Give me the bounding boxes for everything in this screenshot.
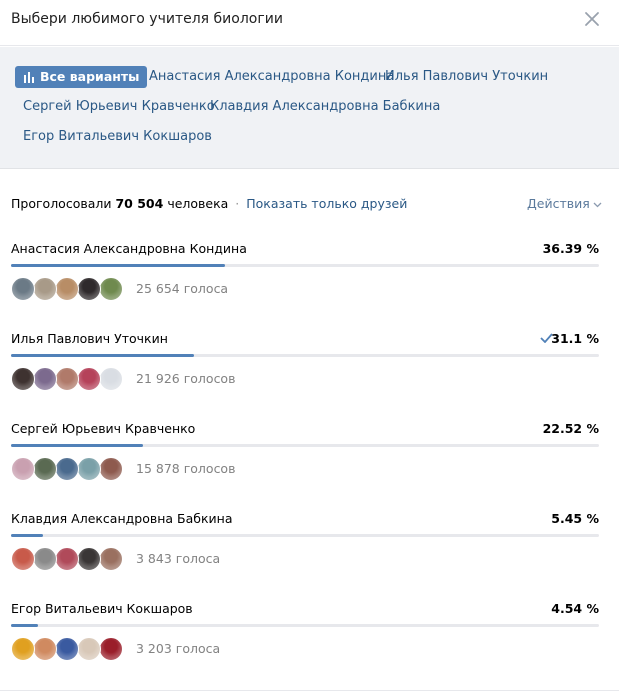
voter-avatars[interactable] bbox=[11, 367, 131, 391]
progress-track bbox=[11, 624, 599, 627]
avatar[interactable] bbox=[33, 277, 57, 301]
summary-separator: · bbox=[235, 196, 240, 211]
filter-option-2[interactable]: Илья Павлович Уточкин bbox=[385, 69, 548, 84]
show-friends-link[interactable]: Показать только друзей bbox=[246, 196, 407, 211]
avatar[interactable] bbox=[11, 637, 35, 661]
voter-avatars[interactable] bbox=[11, 457, 131, 481]
avatar[interactable] bbox=[11, 277, 35, 301]
divider bbox=[0, 690, 619, 691]
avatar[interactable] bbox=[55, 637, 79, 661]
option-percent: 31.1 % bbox=[551, 331, 599, 346]
filter-option-3[interactable]: Сергей Юрьевич Кравченко bbox=[23, 99, 215, 114]
bar-chart-icon bbox=[24, 71, 34, 83]
avatar[interactable] bbox=[99, 277, 123, 301]
vote-summary: Проголосовали 70 504 человека · Показать… bbox=[11, 196, 407, 211]
avatar[interactable] bbox=[11, 457, 35, 481]
avatar[interactable] bbox=[99, 457, 123, 481]
avatar[interactable] bbox=[77, 367, 101, 391]
summary-prefix: Проголосовали bbox=[11, 196, 112, 211]
progress-fill bbox=[11, 444, 144, 447]
filter-all-variants-button[interactable]: Все варианты bbox=[15, 66, 148, 88]
filter-label: Все варианты bbox=[40, 69, 140, 84]
option-percent: 22.52 % bbox=[542, 421, 599, 436]
poll-option[interactable]: Сергей Юрьевич Кравченко 22.52 % 15 878 го… bbox=[11, 421, 599, 501]
progress-track bbox=[11, 534, 599, 537]
filter-option-5[interactable]: Егор Витальевич Кокшаров bbox=[23, 129, 212, 144]
avatar[interactable] bbox=[77, 457, 101, 481]
progress-track bbox=[11, 354, 599, 357]
avatar[interactable] bbox=[99, 637, 123, 661]
chevron-down-icon bbox=[593, 202, 602, 207]
avatar[interactable] bbox=[99, 547, 123, 571]
avatar[interactable] bbox=[55, 367, 79, 391]
close-icon[interactable] bbox=[583, 10, 601, 28]
actions-dropdown[interactable]: Действия bbox=[527, 196, 602, 211]
avatar[interactable] bbox=[11, 547, 35, 571]
voter-avatars[interactable] bbox=[11, 547, 131, 571]
poll-header: Выбери любимого учителя биологии bbox=[0, 0, 619, 46]
option-percent: 4.54 % bbox=[551, 601, 599, 616]
avatar[interactable] bbox=[55, 547, 79, 571]
avatar[interactable] bbox=[99, 367, 123, 391]
actions-label: Действия bbox=[527, 196, 590, 211]
filter-option-4[interactable]: Клавдия Александровна Бабкина bbox=[210, 99, 440, 114]
progress-fill bbox=[11, 624, 38, 627]
poll-option[interactable]: Анастасия Александровна Кондина 36.39 % 25… bbox=[11, 241, 599, 321]
voter-avatars[interactable] bbox=[11, 637, 131, 661]
vote-count: 3 843 голоса bbox=[136, 551, 221, 566]
filter-option-1[interactable]: Анастасия Александровна Кондина bbox=[149, 69, 394, 84]
poll-option[interactable]: Клавдия Александровна Бабкина 5.45 % 3 843… bbox=[11, 511, 599, 591]
vote-count: 15 878 голосов bbox=[136, 461, 236, 476]
total-voters: 70 504 bbox=[115, 196, 164, 211]
avatar[interactable] bbox=[55, 457, 79, 481]
avatar[interactable] bbox=[33, 457, 57, 481]
summary-suffix: человека bbox=[167, 196, 229, 211]
vote-count: 3 203 голоса bbox=[136, 641, 221, 656]
avatar[interactable] bbox=[77, 637, 101, 661]
vote-count: 25 654 голоса bbox=[136, 281, 229, 296]
avatar[interactable] bbox=[33, 547, 57, 571]
progress-fill bbox=[11, 534, 44, 537]
option-percent: 5.45 % bbox=[551, 511, 599, 526]
avatar[interactable] bbox=[77, 547, 101, 571]
progress-fill bbox=[11, 264, 225, 267]
poll-option[interactable]: Егор Витальевич Кокшаров 4.54 % 3 203 голо… bbox=[11, 601, 599, 681]
option-name: Сергей Юрьевич Кравченко bbox=[11, 421, 196, 436]
voter-avatars[interactable] bbox=[11, 277, 131, 301]
vote-count: 21 926 голосов bbox=[136, 371, 236, 386]
option-name: Егор Витальевич Кокшаров bbox=[11, 601, 193, 616]
avatar[interactable] bbox=[77, 277, 101, 301]
poll-title: Выбери любимого учителя биологии bbox=[11, 11, 283, 27]
option-name: Илья Павлович Уточкин bbox=[11, 331, 168, 346]
avatar[interactable] bbox=[33, 637, 57, 661]
poll-option[interactable]: Илья Павлович Уточкин 31.1 % 21 926 голосо… bbox=[11, 331, 599, 411]
option-percent: 36.39 % bbox=[542, 241, 599, 256]
filter-bar: Все варианты Анастасия Александровна Кон… bbox=[0, 47, 619, 169]
option-name: Анастасия Александровна Кондина bbox=[11, 241, 247, 256]
progress-track bbox=[11, 264, 599, 267]
avatar[interactable] bbox=[33, 367, 57, 391]
avatar[interactable] bbox=[11, 367, 35, 391]
progress-fill bbox=[11, 354, 194, 357]
avatar[interactable] bbox=[55, 277, 79, 301]
option-name: Клавдия Александровна Бабкина bbox=[11, 511, 233, 526]
progress-track bbox=[11, 444, 599, 447]
